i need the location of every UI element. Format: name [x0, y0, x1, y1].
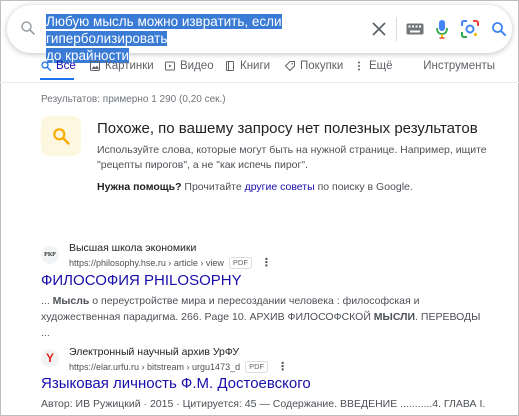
video-icon	[165, 61, 175, 71]
tab-label: Картинки	[105, 60, 154, 72]
mic-icon[interactable]	[435, 19, 449, 39]
search-icon	[53, 128, 70, 145]
snippet-bold: МЫСЛИ	[373, 311, 416, 323]
tab-more[interactable]: Ещё	[353, 60, 393, 72]
clear-icon[interactable]	[371, 21, 387, 37]
help-post: по поиску в Google.	[314, 181, 413, 193]
result-site-name[interactable]: Высшая школа экономики	[69, 242, 196, 254]
search-divider	[396, 17, 397, 41]
result-url-text: https://philosophy.hse.ru › article › vi…	[69, 257, 224, 268]
query-line-1: Любую мысль можно извратить, если гиперб…	[46, 14, 282, 46]
result-url-text: https://elar.urfu.ru › bitstream › urgu1…	[69, 361, 241, 372]
search-input[interactable]: Любую мысль можно извратить, если гиперб…	[46, 13, 356, 64]
pdf-badge: PDF	[245, 360, 269, 373]
search-tabs: Все Картинки Видео Книги Покупки Ещё Инс…	[0, 58, 519, 80]
no-results-icon-box	[41, 116, 81, 156]
tabs-divider	[0, 82, 519, 83]
tab-label: Все	[56, 60, 76, 72]
help-bold: Нужна помощь?	[97, 181, 182, 193]
help-pre: Прочитайте	[181, 181, 245, 193]
favicon-text: Y	[45, 351, 54, 365]
tab-label: Видео	[180, 60, 214, 72]
keyboard-icon[interactable]	[406, 23, 424, 35]
more-options-icon[interactable]: ⋮	[277, 360, 288, 373]
search-icon	[21, 21, 35, 35]
help-line: Нужна помощь? Прочитайте другие советы п…	[97, 181, 413, 193]
snippet-bold: Мысль	[52, 295, 90, 307]
tag-icon	[285, 61, 295, 71]
snippet-text: ...	[41, 295, 53, 307]
result-url[interactable]: https://elar.urfu.ru › bitstream › urgu1…	[69, 360, 288, 373]
tab-video[interactable]: Видео	[164, 60, 214, 72]
image-icon	[90, 61, 100, 71]
site-favicon: Y	[41, 349, 59, 367]
result-site-name[interactable]: Электронный научный архив УрФУ	[69, 346, 239, 358]
help-link[interactable]: другие советы	[245, 181, 315, 193]
tab-books[interactable]: Книги	[224, 60, 270, 72]
no-results-text: Используйте слова, которые могут быть на…	[97, 144, 487, 171]
result-title-link[interactable]: Языковая личность Ф.М. Достоевского	[41, 375, 311, 392]
search-submit-icon[interactable]	[490, 20, 508, 38]
tab-shopping[interactable]: Покупки	[284, 60, 343, 72]
active-tab-indicator	[40, 78, 74, 80]
tab-images[interactable]: Картинки	[89, 60, 154, 72]
result-title-link[interactable]: ФИЛОСОФИЯ PHILOSOPHY	[41, 272, 242, 289]
more-options-icon[interactable]: ⋮	[261, 256, 272, 269]
result-snippet: Автор: ИВ Ружицкий · 2015 · Цитируется: …	[41, 398, 486, 410]
pdf-badge: PDF	[228, 256, 252, 269]
no-results-title: Похоже, по вашему запросу нет полезных р…	[97, 120, 478, 137]
search-icon	[41, 61, 52, 72]
tab-label: Покупки	[300, 60, 344, 72]
result-stats: Результатов: примерно 1 290 (0,20 сек.)	[41, 94, 226, 105]
site-favicon: РКР	[41, 246, 59, 264]
lens-icon[interactable]	[460, 19, 480, 39]
snippet-text: о переустройстве мира и пересоздании чел…	[41, 295, 420, 323]
result-snippet: ... Мысль о переустройстве мира и пересо…	[41, 293, 481, 341]
favicon-text: РКР	[44, 252, 56, 258]
tab-label: Книги	[240, 60, 271, 72]
more-vert-icon	[358, 61, 360, 71]
result-url[interactable]: https://philosophy.hse.ru › article › vi…	[69, 256, 272, 269]
book-icon	[226, 61, 234, 71]
tools-button[interactable]: Инструменты	[423, 60, 495, 72]
tab-label: Ещё	[369, 60, 393, 72]
search-bar[interactable]: Любую мысль можно извратить, если гиперб…	[7, 5, 512, 63]
tab-all[interactable]: Все	[40, 60, 76, 72]
